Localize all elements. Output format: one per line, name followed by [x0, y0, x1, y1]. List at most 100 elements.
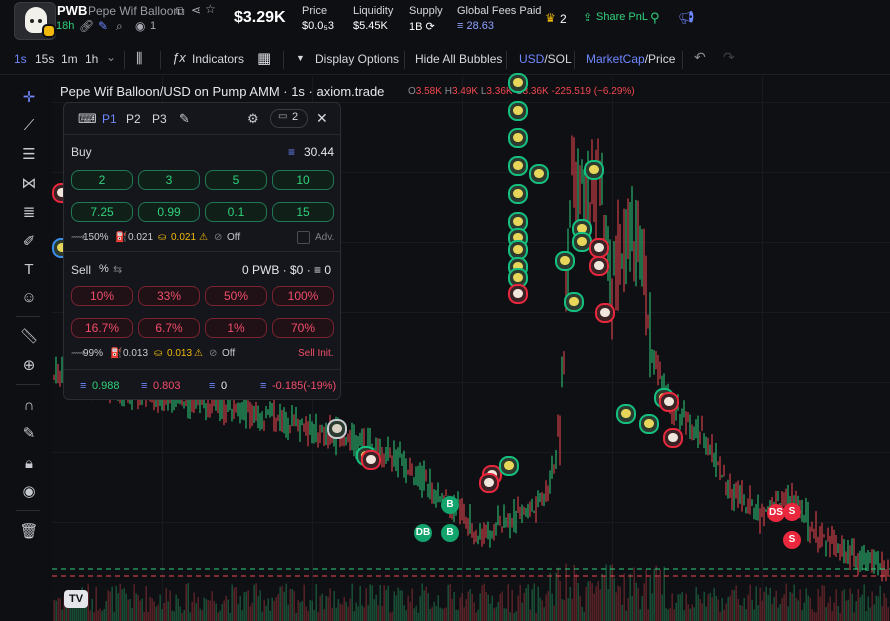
- advanced-checkbox[interactable]: [297, 231, 310, 244]
- buy-amount-button[interactable]: 5: [205, 170, 267, 190]
- zoom-in-icon[interactable]: ⊕: [16, 356, 42, 376]
- redo-icon[interactable]: ↷: [723, 49, 735, 66]
- sell-percent-button[interactable]: 70%: [272, 318, 334, 338]
- trade-bubble[interactable]: [616, 404, 636, 424]
- preset-p3-tab[interactable]: P3: [152, 112, 167, 126]
- lock-icon[interactable]: 🔒︎: [16, 454, 42, 474]
- indicators-icon[interactable]: ƒx: [172, 50, 186, 65]
- preset-p2-tab[interactable]: P2: [126, 112, 141, 126]
- hide-bubbles-button[interactable]: Hide All Bubbles: [415, 52, 502, 66]
- trade-bubble[interactable]: [508, 101, 528, 121]
- buy-amount-button[interactable]: 2: [71, 170, 133, 190]
- settings-icon[interactable]: ⚙: [247, 111, 259, 127]
- ruler-icon[interactable]: 📏︎: [16, 327, 42, 347]
- trade-bubble[interactable]: [327, 419, 347, 439]
- buy-amount-button[interactable]: 0.99: [138, 202, 200, 222]
- volume-bar: [175, 594, 177, 621]
- trade-bubble[interactable]: [508, 184, 528, 204]
- eye-toggle-icon[interactable]: ◉: [16, 482, 42, 502]
- crosshair-icon[interactable]: ✛: [16, 88, 42, 108]
- volume-bar: [485, 592, 487, 621]
- text-icon[interactable]: T: [16, 260, 42, 280]
- indicators-button[interactable]: Indicators: [192, 52, 244, 66]
- sell-percent-button[interactable]: 16.7%: [71, 318, 133, 338]
- sell-percent-button[interactable]: 100%: [272, 286, 334, 306]
- sell-percent-button[interactable]: 10%: [71, 286, 133, 306]
- mode-toggle[interactable]: MarketCap/Price: [586, 52, 675, 66]
- chevron-down-icon[interactable]: ⌄: [106, 50, 116, 64]
- trade-bubble[interactable]: [639, 414, 659, 434]
- sell-marker[interactable]: S: [783, 503, 801, 521]
- layout-grid-icon[interactable]: ▦: [257, 49, 271, 67]
- pin-icon[interactable]: ⚲: [650, 10, 660, 26]
- trade-bubble[interactable]: [663, 428, 683, 448]
- interval-1h[interactable]: 1h: [85, 52, 98, 66]
- pattern-icon[interactable]: ⋈: [16, 174, 42, 194]
- emoji-icon[interactable]: ☺: [16, 288, 42, 308]
- search-icon[interactable]: ⌕: [116, 19, 123, 34]
- share-icon[interactable]: ⋖: [191, 3, 201, 17]
- trendline-icon[interactable]: ⟋: [16, 116, 42, 136]
- display-options-button[interactable]: Display Options: [315, 52, 399, 66]
- copy-icon[interactable]: ⧉: [176, 4, 185, 19]
- preset-p1-tab[interactable]: P1: [102, 112, 117, 126]
- trade-bubble[interactable]: [555, 251, 575, 271]
- buy-amount-button[interactable]: 3: [138, 170, 200, 190]
- trade-bubble[interactable]: [508, 156, 528, 176]
- keyboard-icon[interactable]: ⌨: [78, 111, 97, 127]
- megaphone-icon[interactable]: 📢︎: [678, 10, 695, 26]
- sell-unit-percent[interactable]: %: [99, 263, 109, 275]
- trade-bubble[interactable]: [589, 256, 609, 276]
- trade-bubble[interactable]: [529, 164, 549, 184]
- sell-percent-button[interactable]: 50%: [205, 286, 267, 306]
- trade-bubble[interactable]: [659, 392, 679, 412]
- dev-buy-marker[interactable]: DB: [414, 524, 432, 542]
- sell-marker[interactable]: S: [783, 531, 801, 549]
- fib-icon[interactable]: ≣: [16, 203, 42, 223]
- buy-marker[interactable]: B: [441, 496, 459, 514]
- buy-amount-button[interactable]: 0.1: [205, 202, 267, 222]
- link-icon[interactable]: 🔗︎: [79, 19, 94, 33]
- feather-icon[interactable]: ✎: [98, 19, 108, 33]
- trade-bubble[interactable]: [508, 284, 528, 304]
- trade-bubble[interactable]: [479, 473, 499, 493]
- buy-amount-button[interactable]: 15: [272, 202, 334, 222]
- trade-bubble[interactable]: [595, 303, 615, 323]
- sell-percent-button[interactable]: 33%: [138, 286, 200, 306]
- trade-bubble[interactable]: [589, 238, 609, 258]
- volume-bar: [531, 589, 533, 621]
- sell-init-button[interactable]: Sell Init.: [298, 348, 334, 359]
- brush-icon[interactable]: ✐: [16, 232, 42, 252]
- interval-15s[interactable]: 15s: [35, 52, 54, 66]
- trade-bubble[interactable]: [508, 128, 528, 148]
- interval-1m[interactable]: 1m: [61, 52, 78, 66]
- trash-icon[interactable]: 🗑︎: [16, 522, 42, 542]
- wallet-selector[interactable]: ▭ 2: [270, 109, 308, 128]
- volume-bar: [639, 609, 641, 621]
- magnet-icon[interactable]: ∩: [16, 396, 42, 416]
- trade-bubble[interactable]: [564, 292, 584, 312]
- edit-icon[interactable]: ✎: [179, 111, 190, 127]
- star-icon[interactable]: ☆: [205, 2, 216, 16]
- trade-bubble[interactable]: [508, 73, 528, 93]
- share-pnl-button[interactable]: Share PnL: [596, 11, 648, 23]
- tradingview-logo[interactable]: TV: [64, 590, 88, 608]
- sell-percent-button[interactable]: 6.7%: [138, 318, 200, 338]
- candle-type-icon[interactable]: ⫼: [136, 50, 142, 67]
- buy-amount-button[interactable]: 7.25: [71, 202, 133, 222]
- close-icon[interactable]: ✕: [316, 110, 328, 127]
- horizontal-lines-icon[interactable]: ☰: [16, 145, 42, 165]
- swap-unit-icon[interactable]: ⇆: [113, 263, 122, 276]
- buy-marker[interactable]: B: [441, 524, 459, 542]
- lock-drawing-icon[interactable]: ✎: [16, 424, 42, 444]
- buy-amount-button[interactable]: 10: [272, 170, 334, 190]
- volume-bar: [129, 598, 131, 621]
- trade-bubble[interactable]: [361, 450, 381, 470]
- sell-percent-button[interactable]: 1%: [205, 318, 267, 338]
- undo-icon[interactable]: ↶: [694, 49, 706, 66]
- trade-bubble[interactable]: [584, 160, 604, 180]
- trade-bubble[interactable]: [499, 456, 519, 476]
- eye-icon[interactable]: ◉: [135, 19, 145, 33]
- currency-toggle[interactable]: USD/SOL: [519, 52, 572, 66]
- interval-1s[interactable]: 1s: [14, 52, 27, 66]
